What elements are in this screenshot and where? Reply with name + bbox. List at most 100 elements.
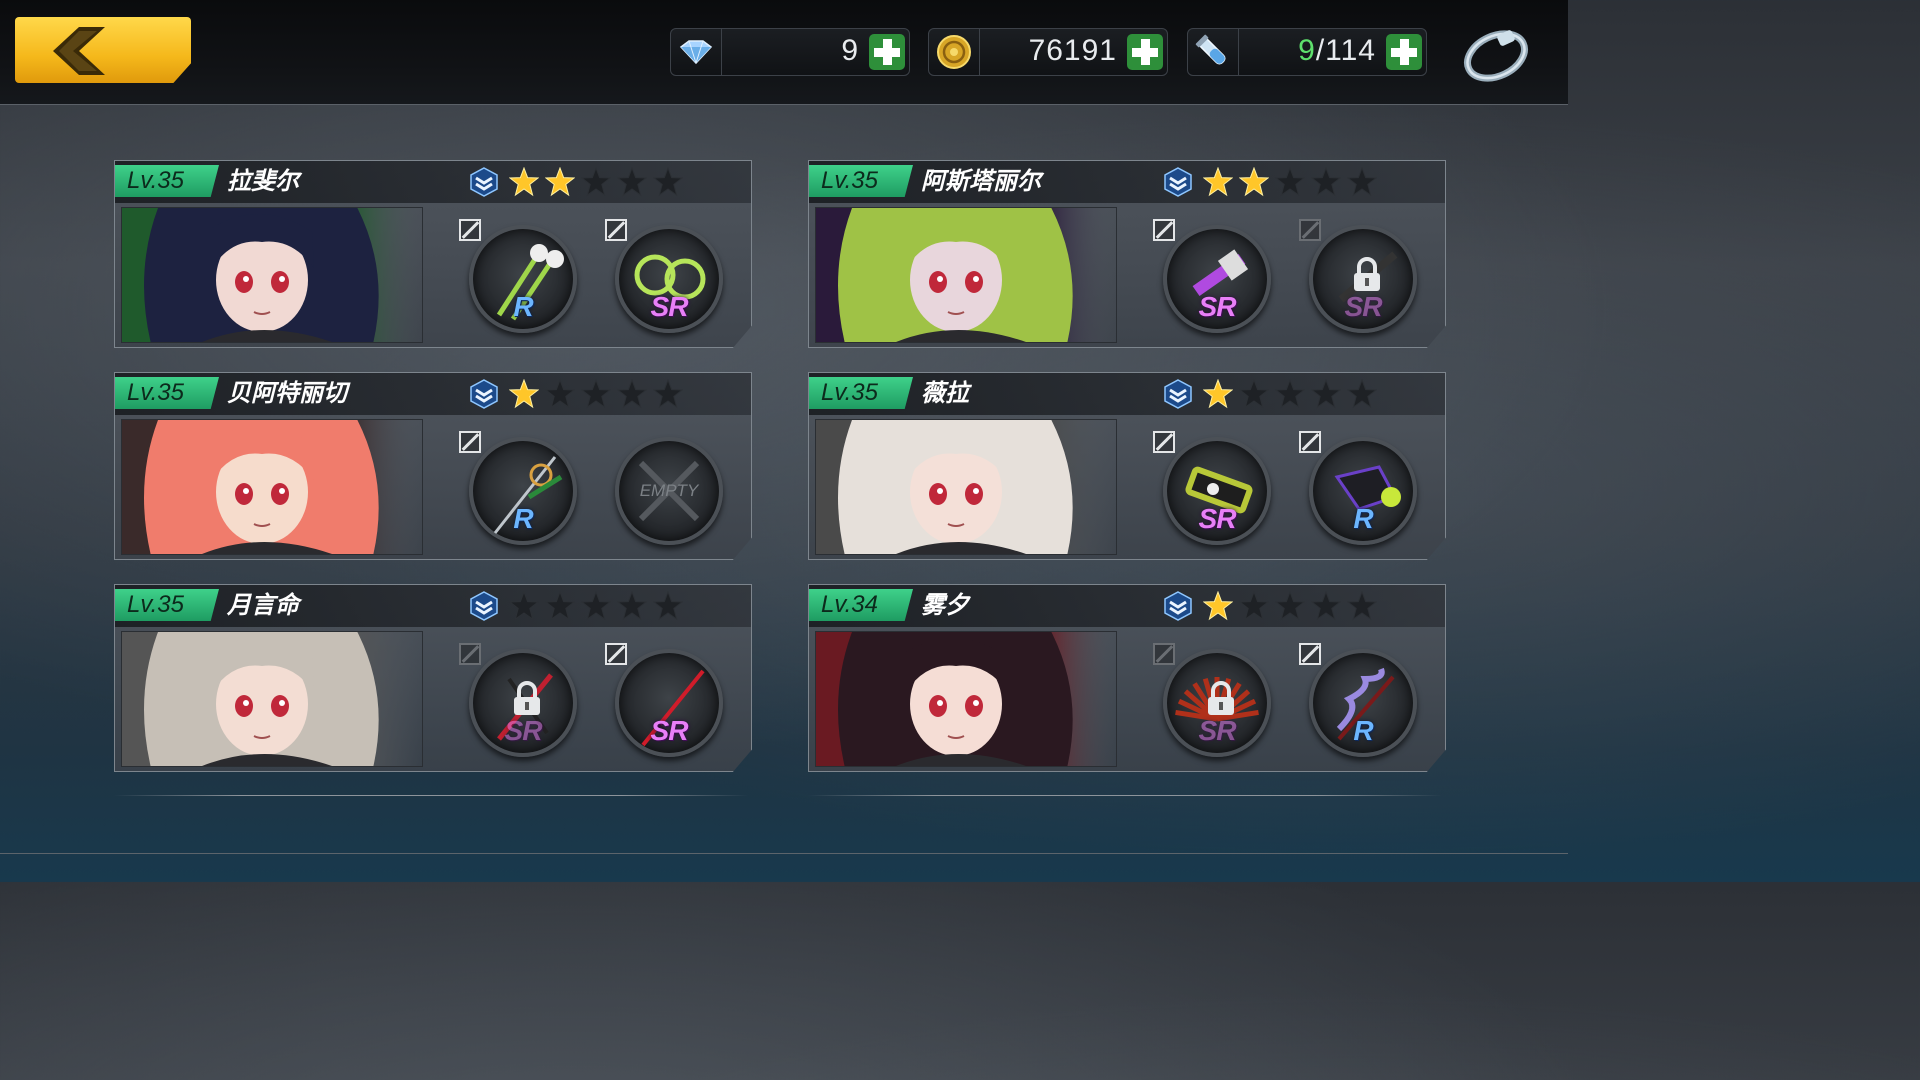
ring-button[interactable] — [1460, 22, 1532, 84]
character-name: 阿斯塔丽尔 — [921, 167, 1041, 195]
weapon-slot[interactable]: SR — [1153, 219, 1275, 339]
bottom-divider — [0, 853, 1568, 854]
star-filled-icon — [1203, 167, 1233, 197]
stamina-value: 9/114 — [1298, 34, 1376, 68]
star-rating — [509, 379, 683, 409]
level-badge: Lv.35 — [115, 589, 219, 621]
star-empty-icon — [617, 379, 647, 409]
star-rating — [1203, 591, 1377, 621]
character-portrait-art — [122, 632, 422, 766]
locked-weapon-slot[interactable]: SR — [1153, 643, 1275, 763]
level-badge: Lv.34 — [809, 589, 913, 621]
character-portrait-art — [816, 208, 1116, 342]
star-rating — [509, 591, 683, 621]
stamina-vial-icon — [1195, 34, 1226, 65]
character-portrait-art — [122, 420, 422, 554]
card-header: Lv.35 贝阿特丽切 — [115, 373, 751, 415]
crystal-counter: 9 — [670, 28, 910, 76]
character-portrait[interactable] — [121, 419, 423, 555]
character-portrait[interactable] — [815, 419, 1117, 555]
rank-chevron-icon[interactable] — [1163, 167, 1193, 197]
star-filled-icon — [1203, 591, 1233, 621]
weapon-slot[interactable]: SR — [1153, 431, 1275, 551]
rank-chevron-icon[interactable] — [469, 167, 499, 197]
character-portrait-art — [816, 420, 1116, 554]
star-empty-icon — [1347, 167, 1377, 197]
divider-right — [808, 795, 1442, 796]
ring-icon — [1464, 30, 1528, 82]
add-stamina-button[interactable] — [1386, 34, 1422, 70]
weapon-grade: SR — [1198, 715, 1237, 746]
card-header: Lv.35 月言命 — [115, 585, 751, 627]
level-badge: Lv.35 — [809, 165, 913, 197]
star-empty-icon — [509, 591, 539, 621]
weapon-slot[interactable]: R — [459, 431, 581, 551]
empty-weapon-slot[interactable]: EMPTY — [607, 431, 727, 551]
star-empty-icon — [1347, 591, 1377, 621]
lock-icon — [1208, 681, 1234, 715]
star-empty-icon — [545, 591, 575, 621]
character-name: 薇拉 — [921, 379, 969, 407]
rank-chevron-icon[interactable] — [469, 379, 499, 409]
character-card[interactable]: Lv.34 雾夕 SR R — [808, 584, 1446, 772]
star-empty-icon — [1275, 379, 1305, 409]
lock-icon — [1354, 257, 1380, 291]
character-card[interactable]: Lv.35 贝阿特丽切 R EMPTY — [114, 372, 752, 560]
weapon-grade: R — [1353, 503, 1373, 534]
weapon-slot[interactable]: SR — [605, 643, 727, 763]
gold-coin-icon — [937, 35, 971, 69]
rank-chevron-icon[interactable] — [469, 591, 499, 621]
card-header: Lv.35 阿斯塔丽尔 — [809, 161, 1445, 203]
character-portrait[interactable] — [121, 207, 423, 343]
back-button[interactable] — [15, 17, 191, 83]
weapon-grade: R — [513, 503, 533, 534]
character-portrait[interactable] — [815, 207, 1117, 343]
level-badge: Lv.35 — [809, 377, 913, 409]
rank-chevron-icon[interactable] — [1163, 591, 1193, 621]
weapon-grade: SR — [1198, 503, 1237, 534]
star-empty-icon — [545, 379, 575, 409]
locked-weapon-slot[interactable]: SR — [459, 643, 581, 763]
stamina-max: /114 — [1315, 34, 1376, 67]
add-crystal-button[interactable] — [869, 34, 905, 70]
character-name: 月言命 — [227, 591, 299, 619]
character-card[interactable]: Lv.35 阿斯塔丽尔 SR SR — [808, 160, 1446, 348]
weapon-slot[interactable]: SR — [605, 219, 727, 339]
star-filled-icon — [509, 379, 539, 409]
locked-weapon-slot[interactable]: SR — [1299, 219, 1421, 339]
empty-slot-label: EMPTY — [639, 481, 699, 500]
crystal-value: 9 — [841, 34, 859, 67]
character-portrait[interactable] — [815, 631, 1117, 767]
character-card[interactable]: Lv.35 拉斐尔 R SR — [114, 160, 752, 348]
character-portrait-art — [122, 208, 422, 342]
weapon-grade: R — [513, 291, 533, 322]
weapon-grade: SR — [650, 715, 689, 746]
star-filled-icon — [509, 167, 539, 197]
star-empty-icon — [1275, 591, 1305, 621]
weapon-slot[interactable]: R — [459, 219, 581, 339]
divider-left — [114, 795, 748, 796]
star-filled-icon — [545, 167, 575, 197]
star-empty-icon — [1311, 167, 1341, 197]
character-card[interactable]: Lv.35 薇拉 SR R — [808, 372, 1446, 560]
stamina-counter: 9/114 — [1187, 28, 1427, 76]
weapon-slot[interactable]: R — [1299, 643, 1421, 763]
star-rating — [1203, 379, 1377, 409]
weapon-grade: SR — [504, 715, 543, 746]
weapon-grade: SR — [1198, 291, 1237, 322]
gold-value: 76191 — [1028, 34, 1117, 67]
star-empty-icon — [581, 379, 611, 409]
star-filled-icon — [1203, 379, 1233, 409]
character-card[interactable]: Lv.35 月言命 SR SR — [114, 584, 752, 772]
star-empty-icon — [1347, 379, 1377, 409]
level-badge: Lv.35 — [115, 165, 219, 197]
star-rating — [509, 167, 683, 197]
weapon-slot[interactable]: R — [1299, 431, 1421, 551]
add-gold-button[interactable] — [1127, 34, 1163, 70]
star-empty-icon — [617, 167, 647, 197]
weapon-grade: SR — [650, 291, 689, 322]
weapon-grade: R — [1353, 715, 1373, 746]
crystal-icon — [679, 40, 713, 65]
character-portrait[interactable] — [121, 631, 423, 767]
rank-chevron-icon[interactable] — [1163, 379, 1193, 409]
